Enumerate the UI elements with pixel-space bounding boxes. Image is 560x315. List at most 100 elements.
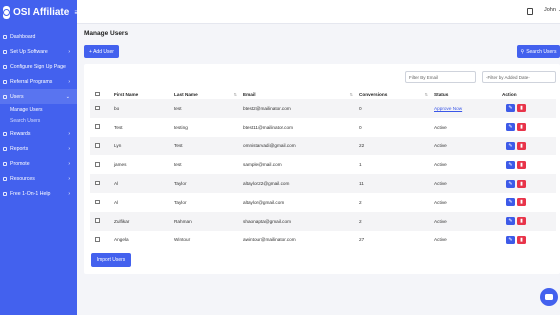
conversions-cell: 1 (359, 162, 362, 168)
table-row: james test sample@mail.com 1 Active ✎ ▮ (90, 155, 556, 174)
row-checkbox[interactable] (95, 162, 100, 167)
column-header[interactable]: Last Name ⇅ (172, 90, 241, 99)
sidebar-item-resources[interactable]: Resources › (0, 171, 77, 186)
table-row: Test testing btest11@mailinator.com 0 Ac… (90, 118, 556, 137)
user-menu[interactable]: John ⌄ (544, 7, 560, 13)
sidebar-subitem-manage-users[interactable]: Manage Users (0, 104, 77, 115)
users-icon (3, 94, 7, 99)
import-users-button[interactable]: Import Users (91, 253, 131, 267)
sidebar-item-label: Referral Programs (10, 78, 53, 85)
last-name-cell: Taylor (174, 199, 187, 205)
row-checkbox[interactable] (95, 105, 100, 111)
trash-icon[interactable]: ▮ (517, 217, 526, 226)
row-checkbox[interactable] (95, 124, 100, 129)
table-row: Angela Wintour awintour@mailinator.com 2… (90, 231, 556, 250)
conversions-cell: 27 (359, 237, 365, 243)
conversions-cell: 2 (359, 199, 362, 205)
trash-icon[interactable]: ▮ (517, 160, 526, 169)
edit-icon[interactable]: ✎ (506, 123, 515, 132)
column-header[interactable]: Conversions ⇅ (357, 90, 432, 99)
trash-icon[interactable]: ▮ (517, 179, 526, 188)
sidebar-item-dashboard[interactable]: Dashboard (0, 29, 77, 44)
trash-icon[interactable]: ▮ (517, 141, 526, 150)
first-name-cell: Angela (114, 237, 129, 243)
edit-icon[interactable]: ✎ (506, 160, 515, 169)
trash-icon[interactable]: ▮ (517, 198, 526, 207)
column-header[interactable]: Email ⇅ (241, 90, 357, 99)
filter-date-select[interactable]: -Filter by Added Date- (482, 71, 556, 83)
first-name-cell: Al (114, 181, 119, 187)
user-name: John (544, 7, 556, 13)
email-cell: omnistarvadi@gmail.com (243, 143, 296, 149)
sidebar-item-label: Reports (10, 145, 29, 152)
first-name-cell: Zulfikar (114, 218, 130, 224)
row-checkbox[interactable] (95, 199, 100, 205)
sidebar-item-label: Users (10, 93, 24, 100)
sidebar-item-rewards[interactable]: Rewards › (0, 126, 77, 141)
copy-icon[interactable] (527, 8, 533, 15)
search-users-button[interactable]: ⚲ Search Users (517, 45, 560, 58)
add-user-button[interactable]: + Add User (84, 45, 119, 58)
chat-icon[interactable] (540, 288, 558, 306)
page-title: Manage Users (84, 30, 129, 37)
first-name-cell: Test (114, 124, 123, 130)
edit-icon[interactable]: ✎ (506, 235, 515, 244)
column-header[interactable]: First Name (112, 90, 172, 99)
brand: OSI Affiliate ≡ (0, 0, 79, 24)
chevron-right-icon: › (68, 48, 70, 55)
row-checkbox[interactable] (95, 143, 100, 148)
chevron-right-icon: › (68, 130, 70, 137)
email-cell: btest11@mailinator.com (243, 124, 294, 130)
sidebar-item-users[interactable]: Users ⌄ (0, 89, 77, 104)
last-name-cell: Test (174, 143, 183, 149)
table-row: Al Taylor altaylor22@gmail.com 11 Active… (90, 174, 556, 193)
chevron-right-icon: › (68, 160, 70, 167)
select-all-cell (90, 90, 112, 99)
sidebar-item-referral-programs[interactable]: Referral Programs › (0, 74, 77, 89)
edit-icon[interactable]: ✎ (506, 141, 515, 150)
sidebar-item-promote[interactable]: Promote › (0, 156, 77, 171)
help-icon (3, 191, 7, 196)
email-cell: btest2@mailinator.com (243, 105, 291, 111)
status-cell: Active (434, 181, 447, 187)
edit-icon[interactable]: ✎ (506, 179, 515, 188)
filter-email-input[interactable]: Filter By Email (405, 71, 476, 83)
chevron-down-icon: ⌄ (65, 93, 70, 100)
megaphone-icon (3, 161, 7, 166)
trash-icon[interactable]: ▮ (517, 235, 526, 244)
column-header: Action (502, 92, 517, 97)
sidebar-item-reports[interactable]: Reports › (0, 141, 77, 156)
sidebar-subitem-search-users[interactable]: Search Users (0, 115, 77, 126)
sidebar-item-configure-sign-up-page[interactable]: Configure Sign Up Page (0, 59, 77, 74)
trash-icon[interactable]: ▮ (517, 123, 526, 132)
sidebar-item-label: Set Up Software (10, 48, 48, 55)
row-checkbox[interactable] (95, 237, 100, 242)
edit-icon[interactable]: ✎ (506, 217, 515, 226)
first-name-cell: Al (114, 199, 119, 205)
trash-icon[interactable]: ▮ (517, 104, 526, 113)
sort-icon: ⇅ (233, 92, 237, 97)
last-name-cell: test (174, 162, 182, 168)
email-cell: sample@mail.com (243, 162, 282, 168)
column-header-label: Email (243, 92, 256, 97)
chevron-right-icon: › (68, 175, 70, 182)
first-name-cell: bo (114, 105, 120, 111)
approve-now-link[interactable]: Approve Now (434, 106, 462, 111)
brand-name: OSI Affiliate (13, 6, 70, 18)
column-header-label: Conversions (359, 92, 388, 97)
select-all-checkbox[interactable] (95, 91, 100, 97)
table-header-row: First Name Last Name ⇅ Email ⇅ Conversions… (90, 90, 556, 99)
row-checkbox[interactable] (95, 180, 100, 186)
referral-icon (3, 79, 7, 84)
conversions-cell: 0 (359, 124, 362, 130)
email-cell: altaylor@gmail.com (243, 199, 285, 205)
edit-icon[interactable]: ✎ (506, 198, 515, 207)
edit-icon[interactable]: ✎ (506, 104, 515, 113)
sidebar-item-set-up-software[interactable]: Set Up Software › (0, 44, 77, 59)
status-cell: Active (434, 199, 447, 205)
sidebar-item-free-help[interactable]: Free 1-On-1 Help › (0, 186, 77, 201)
sidebar-item-label: Promote (10, 160, 30, 167)
conversions-cell: 11 (359, 181, 364, 187)
row-checkbox[interactable] (95, 218, 100, 223)
status-cell: Active (434, 237, 447, 243)
